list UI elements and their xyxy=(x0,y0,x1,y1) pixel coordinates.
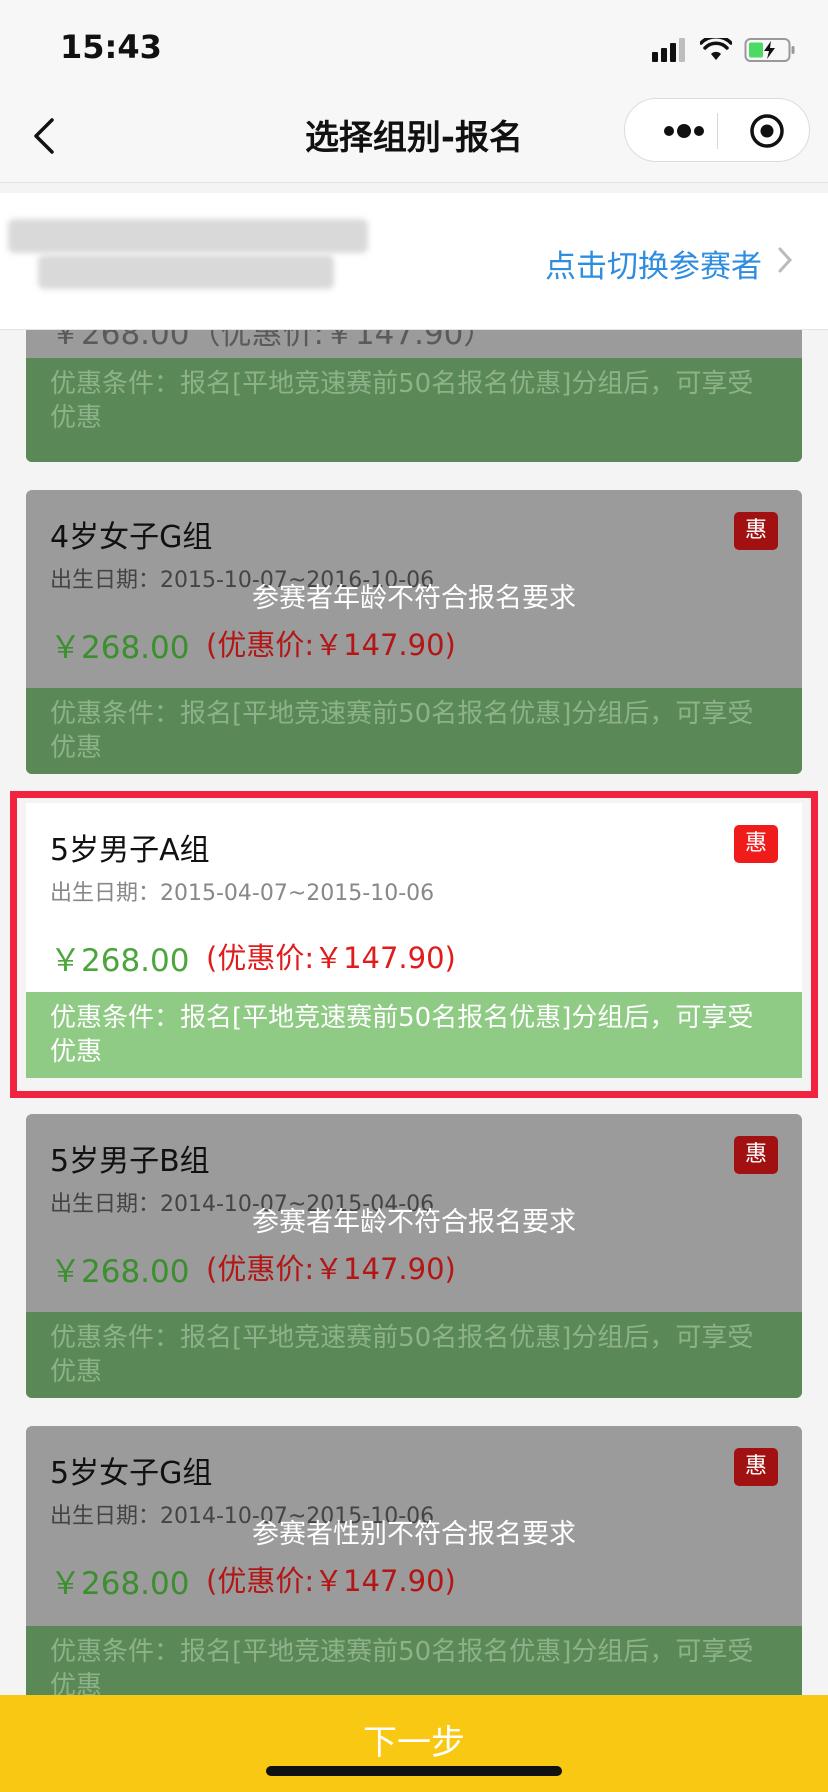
ineligible-notice: 参赛者性别不符合报名要求 xyxy=(252,1519,576,1550)
selected-group-highlight xyxy=(10,791,818,1098)
blurred-participant-info xyxy=(38,255,334,289)
next-step-button[interactable]: 下一步 xyxy=(0,1695,828,1792)
group-condition: 优惠条件：报名[平地竞速赛前50名报名优惠]分组后，可享受优惠 xyxy=(26,1626,802,1695)
switch-participant-link[interactable]: 点击切换参赛者 xyxy=(545,241,762,286)
status-icons xyxy=(652,36,796,64)
group-discount-price: (优惠价:￥147.90) xyxy=(206,1564,456,1598)
discount-badge: 惠 xyxy=(734,512,778,550)
nav-bar: 选择组别-报名 xyxy=(0,92,828,183)
group-price: ￥268.00 xyxy=(50,1566,190,1602)
battery-charging-icon xyxy=(744,38,795,62)
group-card[interactable]: 5岁女子G组 惠 出生日期：2014-10-07~2015-10-06 参赛者性… xyxy=(26,1426,802,1695)
cellular-signal-icon xyxy=(652,38,685,62)
group-name: 4岁女子G组 xyxy=(50,520,213,555)
group-card[interactable]: 5岁男子B组 惠 出生日期：2014-10-07~2015-04-06 参赛者年… xyxy=(26,1114,802,1398)
group-price: ￥268.00 xyxy=(50,630,190,666)
ineligible-notice: 参赛者年龄不符合报名要求 xyxy=(252,583,576,614)
close-target-icon[interactable] xyxy=(737,99,797,163)
capsule-divider xyxy=(717,113,718,149)
group-name: 5岁男子B组 xyxy=(50,1144,210,1179)
group-condition: 优惠条件：报名[平地竞速赛前50名报名优惠]分组后，可享受优惠 xyxy=(26,688,802,774)
group-discount-price: (优惠价:￥147.90) xyxy=(206,1252,456,1286)
group-price: ￥268.00 xyxy=(50,1254,190,1290)
group-condition: 优惠条件：报名[平地竞速赛前50名报名优惠]分组后，可享受优惠 xyxy=(26,358,802,462)
mini-program-capsule xyxy=(624,98,810,162)
next-step-label: 下一步 xyxy=(363,1723,465,1763)
status-time: 15:43 xyxy=(60,28,162,66)
discount-badge: 惠 xyxy=(734,1448,778,1486)
discount-badge: 惠 xyxy=(734,1136,778,1174)
status-bar: 15:43 xyxy=(0,0,828,92)
home-indicator xyxy=(266,1766,562,1776)
group-card[interactable]: 4岁女子G组 惠 出生日期：2015-10-07~2016-10-06 参赛者年… xyxy=(26,490,802,774)
group-name: 5岁女子G组 xyxy=(50,1456,213,1491)
group-discount-price: (优惠价:￥147.90) xyxy=(206,628,456,662)
more-options-icon[interactable] xyxy=(647,99,717,163)
group-condition: 优惠条件：报名[平地竞速赛前50名报名优惠]分组后，可享受优惠 xyxy=(26,1312,802,1398)
ineligible-notice: 参赛者年龄不符合报名要求 xyxy=(252,1207,576,1238)
group-price-partial: ￥268.00（优惠价:￥147.90） xyxy=(50,330,495,352)
chevron-right-icon[interactable] xyxy=(776,245,794,275)
wifi-icon xyxy=(700,38,732,60)
participant-bar: 点击切换参赛者 xyxy=(0,193,828,330)
group-card-partial[interactable]: ￥268.00（优惠价:￥147.90） 优惠条件：报名[平地竞速赛前50名报名… xyxy=(26,330,802,462)
blurred-participant-name xyxy=(8,219,368,253)
